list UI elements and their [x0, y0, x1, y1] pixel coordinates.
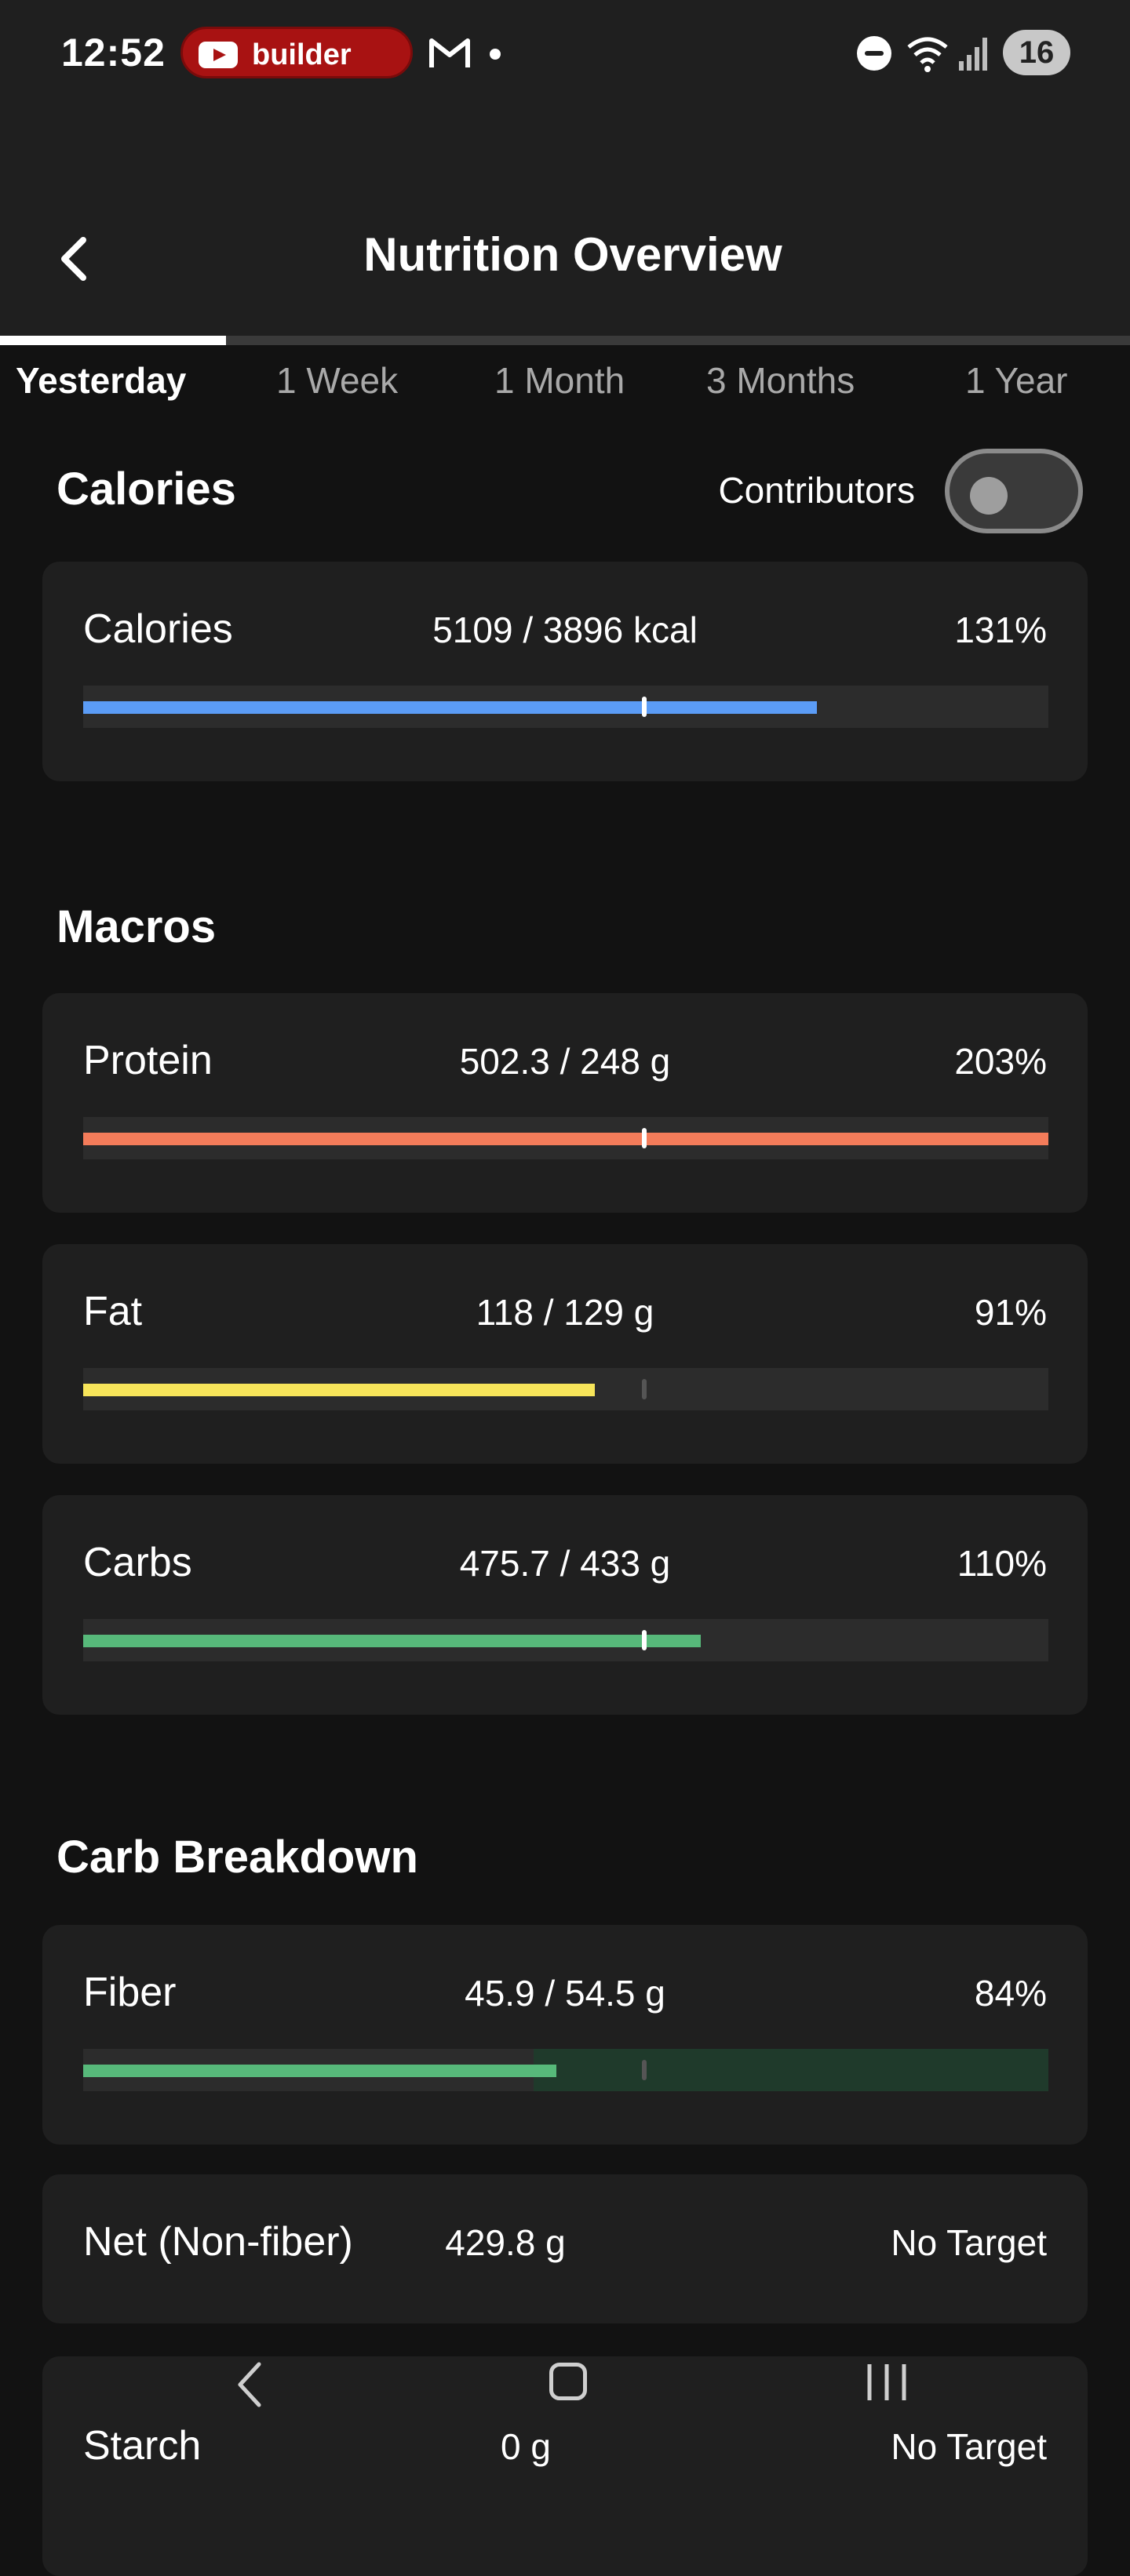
tab-yesterday[interactable]: Yesterday — [16, 359, 186, 402]
toggle-knob — [970, 477, 1008, 515]
card-value: 429.8 g — [445, 2222, 566, 2263]
card-percent: 84% — [974, 1973, 1047, 2014]
progress-fill — [83, 1635, 701, 1647]
card-target: No Target — [891, 2222, 1047, 2263]
target-marker — [642, 697, 647, 717]
protein-card[interactable]: Protein 502.3 / 248 g 203% — [42, 993, 1088, 1213]
tab-1-month[interactable]: 1 Month — [494, 359, 625, 402]
card-value: 5109 / 3896 kcal — [432, 609, 698, 650]
battery-icon: 16 — [1003, 30, 1070, 75]
section-title-calories: Calories — [56, 464, 236, 515]
signal-icon — [959, 38, 987, 71]
progress-fill — [83, 1384, 595, 1396]
tab-3-months[interactable]: 3 Months — [706, 359, 855, 402]
calories-card[interactable]: Calories 5109 / 3896 kcal 131% — [42, 562, 1088, 781]
back-nav-icon[interactable] — [232, 2360, 267, 2410]
card-percent: 91% — [974, 1292, 1047, 1333]
contributors-label: Contributors — [718, 470, 915, 511]
gmail-icon — [429, 38, 470, 67]
dot-icon — [490, 49, 501, 60]
target-marker — [642, 1630, 647, 1650]
app-header: Nutrition Overview Yesterday 1 Week 1 Mo… — [0, 110, 1130, 401]
target-marker — [642, 1379, 647, 1399]
contributors-toggle[interactable] — [945, 449, 1083, 533]
card-value: 45.9 / 54.5 g — [465, 1973, 665, 2014]
fat-card[interactable]: Fat 118 / 129 g 91% — [42, 1244, 1088, 1464]
section-title-carb-breakdown: Carb Breakdown — [56, 1832, 418, 1883]
target-range-zone — [534, 2049, 1048, 2091]
status-time: 12:52 — [61, 31, 166, 75]
carbs-card[interactable]: Carbs 475.7 / 433 g 110% — [42, 1495, 1088, 1715]
wifi-icon — [907, 37, 948, 72]
progress-track — [83, 686, 1048, 728]
system-nav-bar — [0, 2338, 1130, 2447]
card-value: 118 / 129 g — [476, 1292, 654, 1333]
tab-1-week[interactable]: 1 Week — [276, 359, 398, 402]
card-percent: 203% — [954, 1041, 1047, 1082]
dnd-icon — [857, 36, 891, 71]
tab-active-indicator — [0, 336, 226, 345]
page-title: Nutrition Overview — [363, 228, 782, 281]
net-carbs-card[interactable]: Net (Non-fiber) 429.8 g No Target — [42, 2174, 1088, 2323]
recent-apps-icon[interactable] — [863, 2361, 910, 2403]
card-value: 502.3 / 248 g — [459, 1041, 671, 1082]
tab-1-year[interactable]: 1 Year — [965, 359, 1067, 402]
progress-track — [83, 1117, 1048, 1159]
notification-pill[interactable]: builder — [180, 27, 413, 78]
progress-track — [83, 2049, 1048, 2091]
card-percent: 131% — [954, 609, 1047, 650]
progress-fill — [83, 701, 817, 714]
notification-pill-label: builder — [252, 38, 352, 71]
home-nav-icon[interactable] — [549, 2363, 587, 2400]
progress-fill — [83, 2065, 556, 2077]
card-value: 475.7 / 433 g — [459, 1543, 671, 1584]
progress-track — [83, 1619, 1048, 1661]
progress-track — [83, 1368, 1048, 1410]
status-bar: 12:52 builder 16 — [0, 0, 1130, 110]
youtube-icon — [199, 42, 238, 68]
fiber-card[interactable]: Fiber 45.9 / 54.5 g 84% — [42, 1925, 1088, 2145]
progress-fill — [83, 1133, 1048, 1145]
target-marker — [642, 1128, 647, 1148]
target-marker — [642, 2060, 647, 2080]
section-title-macros: Macros — [56, 901, 217, 952]
card-percent: 110% — [957, 1543, 1047, 1584]
